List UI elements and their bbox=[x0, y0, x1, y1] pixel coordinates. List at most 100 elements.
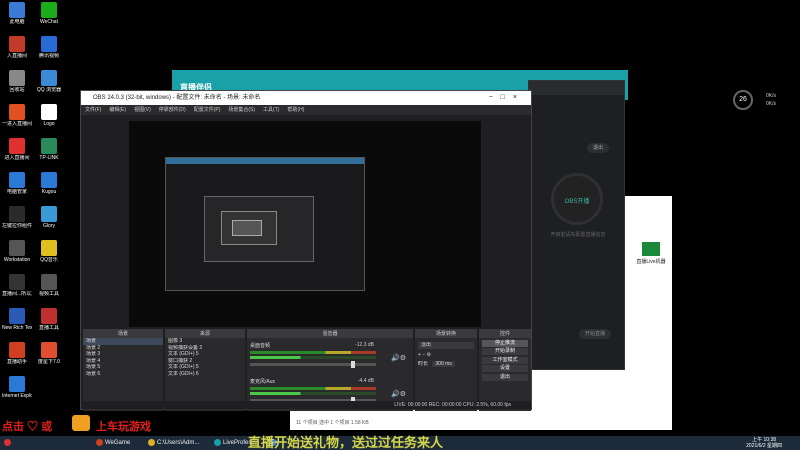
app-icon bbox=[9, 376, 25, 392]
desktop-icon[interactable]: 左键拉你组件 bbox=[2, 206, 32, 229]
sources-list[interactable]: 图像 3 视频捕获设备 2 文本 (GDI+) 5 窗口捕获 2 文本 (GDI+) 5… bbox=[165, 338, 245, 377]
menu-item[interactable]: 工具(T) bbox=[263, 107, 279, 113]
transition-select[interactable]: 淡出 bbox=[418, 342, 474, 349]
duration-input[interactable]: 300 ms bbox=[432, 361, 455, 367]
obs-start-label: OBS开播 bbox=[564, 199, 590, 205]
obs-titlebar[interactable]: OBS 24.0.3 (32-bit, windows) - 配置文件: 未命名… bbox=[81, 91, 531, 105]
desktop-icon[interactable]: 直播工具 bbox=[34, 308, 64, 331]
app-icon bbox=[41, 342, 57, 358]
obs-start-circle[interactable]: OBS开播 bbox=[551, 173, 603, 225]
control-button[interactable]: 工作室模式 bbox=[482, 356, 528, 364]
desktop-icon[interactable]: 进入直播间 bbox=[2, 138, 32, 161]
desktop-icon[interactable]: Internet Explorer bbox=[2, 376, 32, 399]
desktop-icon[interactable]: 此电脑 bbox=[2, 2, 32, 25]
streaming-hint: 开启前请先配置直播信息 bbox=[550, 232, 606, 238]
desktop-icon-label: Kugou bbox=[41, 189, 57, 195]
control-button[interactable]: 设置 bbox=[482, 365, 528, 372]
app-icon bbox=[9, 206, 25, 222]
app-icon bbox=[9, 2, 25, 18]
list-item[interactable]: 场景 6 bbox=[83, 371, 163, 378]
desktop-icon[interactable]: Kugou bbox=[34, 172, 64, 195]
desktop-icon-label: 视频工具 bbox=[38, 291, 59, 297]
controls-header: 控件 bbox=[479, 330, 531, 338]
file-thumbnail[interactable] bbox=[642, 242, 660, 256]
controls-list[interactable]: 停止推流 开始录制 工作室模式 设置 退出 bbox=[479, 339, 531, 381]
volume-meter bbox=[250, 356, 376, 359]
obs-window[interactable]: OBS 24.0.3 (32-bit, windows) - 配置文件: 未命名… bbox=[80, 90, 532, 411]
desktop-icon[interactable]: 直播间...所以其升 bbox=[2, 274, 32, 297]
taskbar-app[interactable] bbox=[4, 438, 13, 448]
transition-add-remove[interactable]: + − ⚙ bbox=[415, 352, 477, 359]
desktop-icon[interactable]: TP-LINK bbox=[34, 138, 64, 161]
upload-speed: 0K/s bbox=[766, 93, 777, 99]
transitions-header: 场景转换 bbox=[415, 330, 477, 338]
control-button[interactable]: 停止推流 bbox=[482, 339, 528, 347]
control-button[interactable]: 开始录制 bbox=[482, 348, 528, 355]
desktop-icon[interactable]: New Rich Text Do... bbox=[2, 308, 32, 331]
desktop-icon[interactable]: 视频工具 bbox=[34, 274, 64, 297]
mixer-dock[interactable]: 混音器 桌面音频 -12.3 dB 🔊⚙ 麦克风/Aux -4.4 dB 🔊⚙ bbox=[247, 329, 413, 411]
desktop-icon-label: Internet Explorer bbox=[2, 393, 32, 399]
desktop-icon-label: QQ 浏览器 bbox=[36, 87, 62, 93]
desktop-icon[interactable]: WeChat bbox=[34, 2, 64, 25]
desktop-icon-label: Logo bbox=[43, 121, 55, 127]
streaming-tool-panel[interactable]: 退出 OBS开播 开启前请先配置直播信息 开始直播 bbox=[528, 80, 625, 370]
taskbar-app[interactable]: C:\Users\Adm... bbox=[148, 438, 199, 448]
quit-button[interactable]: 退出 bbox=[587, 143, 609, 153]
mixer-track-desktop[interactable]: 桌面音频 -12.3 dB 🔊⚙ bbox=[250, 342, 410, 374]
desktop-icon[interactable]: Workstation bbox=[2, 240, 32, 263]
taskbar-app-label: C:\Users\Adm... bbox=[157, 440, 200, 446]
desktop-icon[interactable]: QQ音乐 bbox=[34, 240, 64, 263]
taskbar-app-label: WeGame bbox=[105, 440, 131, 446]
taskbar-app[interactable]: WeGame bbox=[96, 438, 130, 448]
desktop-icon[interactable]: 回收站 bbox=[2, 70, 32, 93]
obs-statusbar: LIVE: 00:00:00 REC: 00:00:00 CPU: 2.5%, … bbox=[81, 401, 531, 409]
sources-dock[interactable]: 来源 图像 3 视频捕获设备 2 文本 (GDI+) 5 窗口捕获 2 文本 (GDI+… bbox=[165, 329, 245, 411]
nested-preview-4 bbox=[232, 220, 262, 236]
list-item[interactable]: 文本 (GDI+) 6 bbox=[165, 371, 245, 378]
desktop-icon[interactable]: 直播助手 bbox=[2, 342, 32, 365]
menu-item[interactable]: 配置文件(P) bbox=[194, 107, 221, 113]
taskbar-app-icon bbox=[4, 438, 11, 446]
app-icon bbox=[9, 342, 25, 358]
system-monitor-widget[interactable]: 26 bbox=[733, 90, 753, 110]
menu-item[interactable]: 编辑(E) bbox=[109, 107, 126, 113]
nested-preview-3 bbox=[221, 211, 277, 245]
start-live-button[interactable]: 开始直播 bbox=[579, 329, 611, 339]
desktop-icon[interactable]: QQ 浏览器 bbox=[34, 70, 64, 93]
speaker-icon[interactable]: 🔊⚙ bbox=[391, 354, 406, 362]
desktop-icon[interactable]: Logo bbox=[34, 104, 64, 127]
desktop-icon[interactable]: 一进入直播间 bbox=[2, 104, 32, 127]
control-button[interactable]: 退出 bbox=[482, 373, 528, 381]
window-controls[interactable]: −□× bbox=[489, 91, 525, 105]
volume-meter bbox=[250, 392, 376, 395]
taskbar-clock[interactable]: 上午 10:38 2021/6/2 星期四 bbox=[746, 437, 782, 449]
track-name: 桌面音频 bbox=[250, 343, 271, 349]
desktop-icon[interactable]: 腾讯视频 bbox=[34, 36, 64, 59]
app-icon bbox=[41, 104, 57, 120]
controls-dock[interactable]: 控件 停止推流 开始录制 工作室模式 设置 退出 bbox=[479, 329, 531, 411]
obs-preview[interactable] bbox=[129, 121, 481, 327]
scenes-dock[interactable]: 场景 场景场景 2场景 3场景 4场景 5场景 6 +−∧∨ bbox=[83, 329, 163, 411]
menu-item[interactable]: 停靠部件(D) bbox=[159, 107, 186, 113]
desktop-icon-label: WeChat bbox=[40, 19, 58, 25]
desktop-icon[interactable]: 入直播间 bbox=[2, 36, 32, 59]
desktop-icon[interactable]: Glory bbox=[34, 206, 64, 229]
menu-item[interactable]: 文件(F) bbox=[85, 107, 101, 113]
desktop-icon-label: 腾讯视频 bbox=[38, 53, 59, 59]
volume-slider[interactable] bbox=[250, 361, 376, 368]
game-logo-icon bbox=[72, 415, 90, 431]
scenes-list[interactable]: 场景 场景 2 场景 3 场景 4 场景 5 场景 6 bbox=[83, 338, 163, 377]
menu-item[interactable]: 场景集合(S) bbox=[228, 107, 255, 113]
desktop-icon[interactable]: 度星下7.0 bbox=[34, 342, 64, 365]
desktop-icon-label: 左键拉你组件 bbox=[2, 223, 32, 229]
obs-menubar[interactable]: 文件(F) 编辑(E) 视图(V) 停靠部件(D) 配置文件(P) 场景集合(S) 工具(T… bbox=[81, 105, 531, 115]
speaker-icon[interactable]: 🔊⚙ bbox=[391, 390, 406, 398]
menu-item[interactable]: 帮助(H) bbox=[287, 107, 304, 113]
sources-header: 来源 bbox=[165, 330, 245, 338]
transitions-dock[interactable]: 场景转换 淡出 + − ⚙ 时长 300 ms bbox=[415, 329, 477, 411]
app-icon bbox=[9, 104, 25, 120]
desktop-icon[interactable]: 电脑管家 bbox=[2, 172, 32, 195]
desktop-icon-label: 入直播间 bbox=[6, 53, 27, 59]
menu-item[interactable]: 视图(V) bbox=[134, 107, 151, 113]
